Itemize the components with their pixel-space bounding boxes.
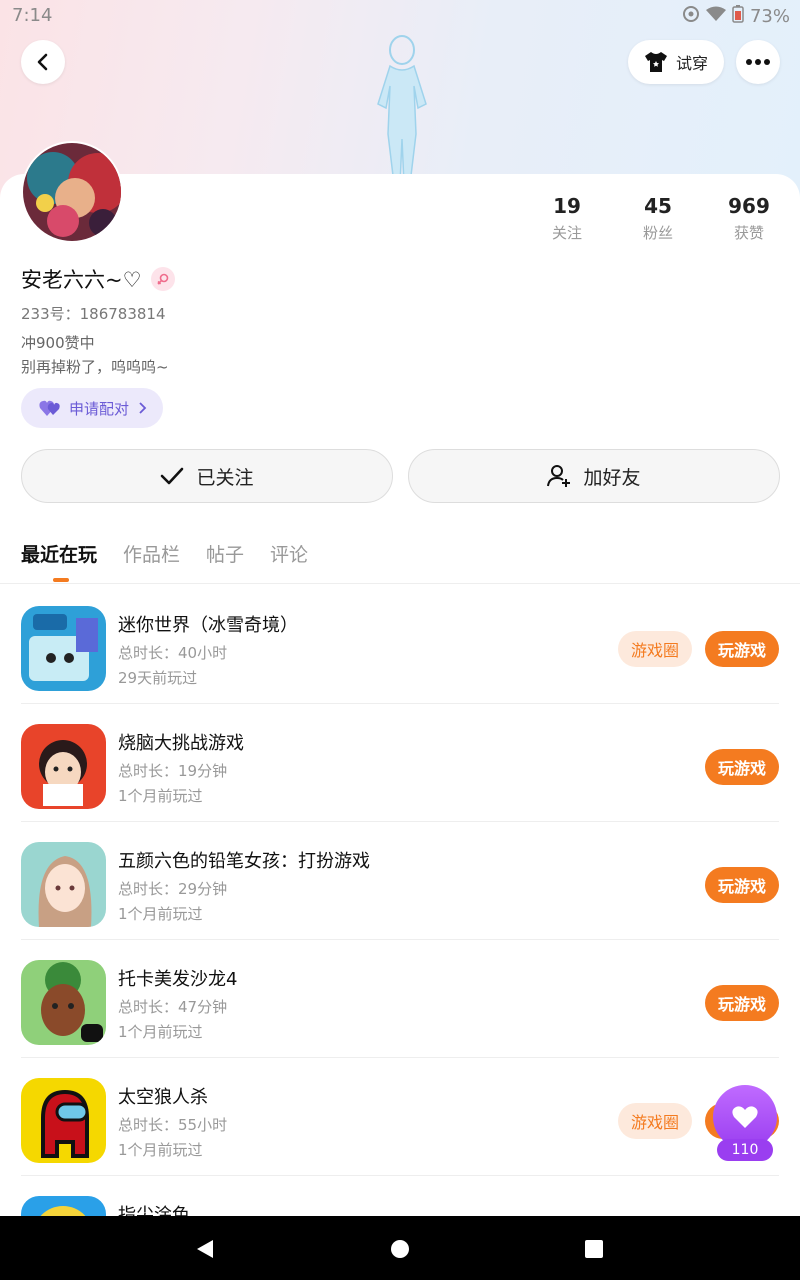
game-last-played: 1个月前玩过	[118, 1023, 203, 1041]
stat-label: 获赞	[733, 224, 764, 242]
tab-comments[interactable]: 评论	[270, 540, 308, 567]
user-id: 233号：186783814	[21, 305, 166, 323]
tab-recent-games[interactable]: 最近在玩	[21, 540, 97, 567]
game-duration: 总时长：29分钟	[118, 880, 228, 898]
status-time: 7:14	[12, 5, 53, 26]
game-item[interactable]: 托卡美发沙龙4 总时长：47分钟 1个月前玩过 玩游戏	[0, 940, 800, 1058]
stat-value: 45	[644, 194, 672, 218]
add-friend-button[interactable]: 加好友	[408, 449, 780, 503]
system-nav-bar	[0, 1216, 800, 1280]
stat-label: 粉丝	[642, 224, 673, 242]
game-duration: 总时长：55小时	[118, 1116, 228, 1134]
stat-label: 关注	[551, 224, 582, 242]
tab-posts[interactable]: 帖子	[206, 540, 244, 567]
divider	[0, 583, 800, 584]
game-duration: 总时长：19分钟	[118, 762, 228, 780]
game-icon	[21, 606, 106, 691]
chevron-left-icon	[37, 53, 48, 71]
add-user-icon	[547, 465, 571, 487]
avatar[interactable]	[21, 141, 123, 243]
more-dots-icon	[746, 59, 770, 65]
female-gender-icon	[151, 267, 176, 291]
chevron-right-icon	[139, 402, 147, 414]
game-item[interactable]: 太空狼人杀 总时长：55小时 1个月前玩过 游戏圈 玩游戏	[0, 1058, 800, 1176]
game-last-played: 29天前玩过	[118, 669, 198, 687]
heart-icon	[732, 1106, 758, 1128]
game-icon	[21, 960, 106, 1045]
game-duration: 总时长：47分钟	[118, 998, 228, 1016]
game-name: 太空狼人杀	[118, 1087, 208, 1108]
game-circle-button[interactable]: 游戏圈	[618, 1103, 693, 1139]
game-item[interactable]: 五颜六色的铅笔女孩：打扮游戏 总时长：29分钟 1个月前玩过 玩游戏	[0, 822, 800, 940]
nav-back-icon[interactable]	[194, 1238, 216, 1260]
add-friend-label: 加好友	[583, 466, 641, 489]
game-circle-button[interactable]: 游戏圈	[618, 631, 693, 667]
game-last-played: 1个月前玩过	[118, 905, 203, 923]
apply-match-button[interactable]: 申请配对	[21, 388, 164, 428]
double-heart-icon	[39, 400, 60, 416]
active-tab-indicator	[53, 578, 69, 582]
tshirt-icon	[644, 52, 667, 72]
nickname-row: 安老六六~♡	[21, 264, 176, 294]
check-icon	[161, 467, 184, 485]
stat-value: 969	[728, 194, 770, 218]
game-icon	[21, 1078, 106, 1163]
play-game-button[interactable]: 玩游戏	[704, 985, 779, 1021]
apply-match-label: 申请配对	[69, 399, 130, 418]
stat-following[interactable]: 19 关注	[527, 194, 607, 243]
game-icon	[21, 724, 106, 809]
more-button[interactable]	[736, 40, 780, 84]
game-name: 托卡美发沙龙4	[118, 969, 238, 990]
play-game-button[interactable]: 玩游戏	[704, 749, 779, 785]
stat-value: 19	[553, 194, 581, 218]
bio-line-1: 冲900赞中	[21, 334, 95, 352]
battery-percent: 73%	[749, 6, 790, 27]
profile-page: 7:14 73% 试穿 19 关注 45 粉丝 969 获赞 安老六六~♡ 23…	[0, 0, 800, 1280]
game-duration: 总时长：40小时	[118, 644, 228, 662]
try-on-button[interactable]: 试穿	[627, 40, 724, 84]
like-count-badge: 110	[717, 1139, 773, 1161]
game-item[interactable]: 迷你世界（冰雪奇境） 总时长：40小时 29天前玩过 游戏圈 玩游戏	[0, 586, 800, 704]
game-item[interactable]: 烧脑大挑战游戏 总时长：19分钟 1个月前玩过 玩游戏	[0, 704, 800, 822]
tab-works[interactable]: 作品栏	[123, 540, 180, 567]
battery-icon	[732, 5, 744, 28]
bio-line-2: 别再掉粉了，呜呜呜~	[21, 358, 169, 376]
game-last-played: 1个月前玩过	[118, 1141, 203, 1159]
game-name: 烧脑大挑战游戏	[118, 733, 244, 754]
nickname: 安老六六~♡	[21, 268, 142, 292]
stat-fans[interactable]: 45 粉丝	[618, 194, 698, 243]
nav-home-icon[interactable]	[389, 1238, 411, 1260]
game-last-played: 1个月前玩过	[118, 787, 203, 805]
play-game-button[interactable]: 玩游戏	[704, 631, 779, 667]
game-name: 五颜六色的铅笔女孩：打扮游戏	[118, 851, 370, 872]
try-on-label: 试穿	[675, 54, 708, 73]
game-name: 迷你世界（冰雪奇境）	[118, 615, 298, 636]
profile-tabs: 最近在玩 作品栏 帖子 评论	[21, 540, 308, 567]
back-button[interactable]	[21, 40, 65, 84]
wifi-icon	[705, 6, 726, 27]
stat-likes[interactable]: 969 获赞	[709, 194, 789, 243]
sync-icon	[682, 5, 700, 28]
nav-recents-icon[interactable]	[583, 1238, 605, 1260]
play-game-button[interactable]: 玩游戏	[704, 867, 779, 903]
following-label: 已关注	[196, 466, 254, 489]
following-button[interactable]: 已关注	[21, 449, 393, 503]
avatar-figure-hologram	[377, 35, 427, 184]
status-bar: 7:14 73%	[0, 0, 800, 32]
game-icon	[21, 842, 106, 927]
